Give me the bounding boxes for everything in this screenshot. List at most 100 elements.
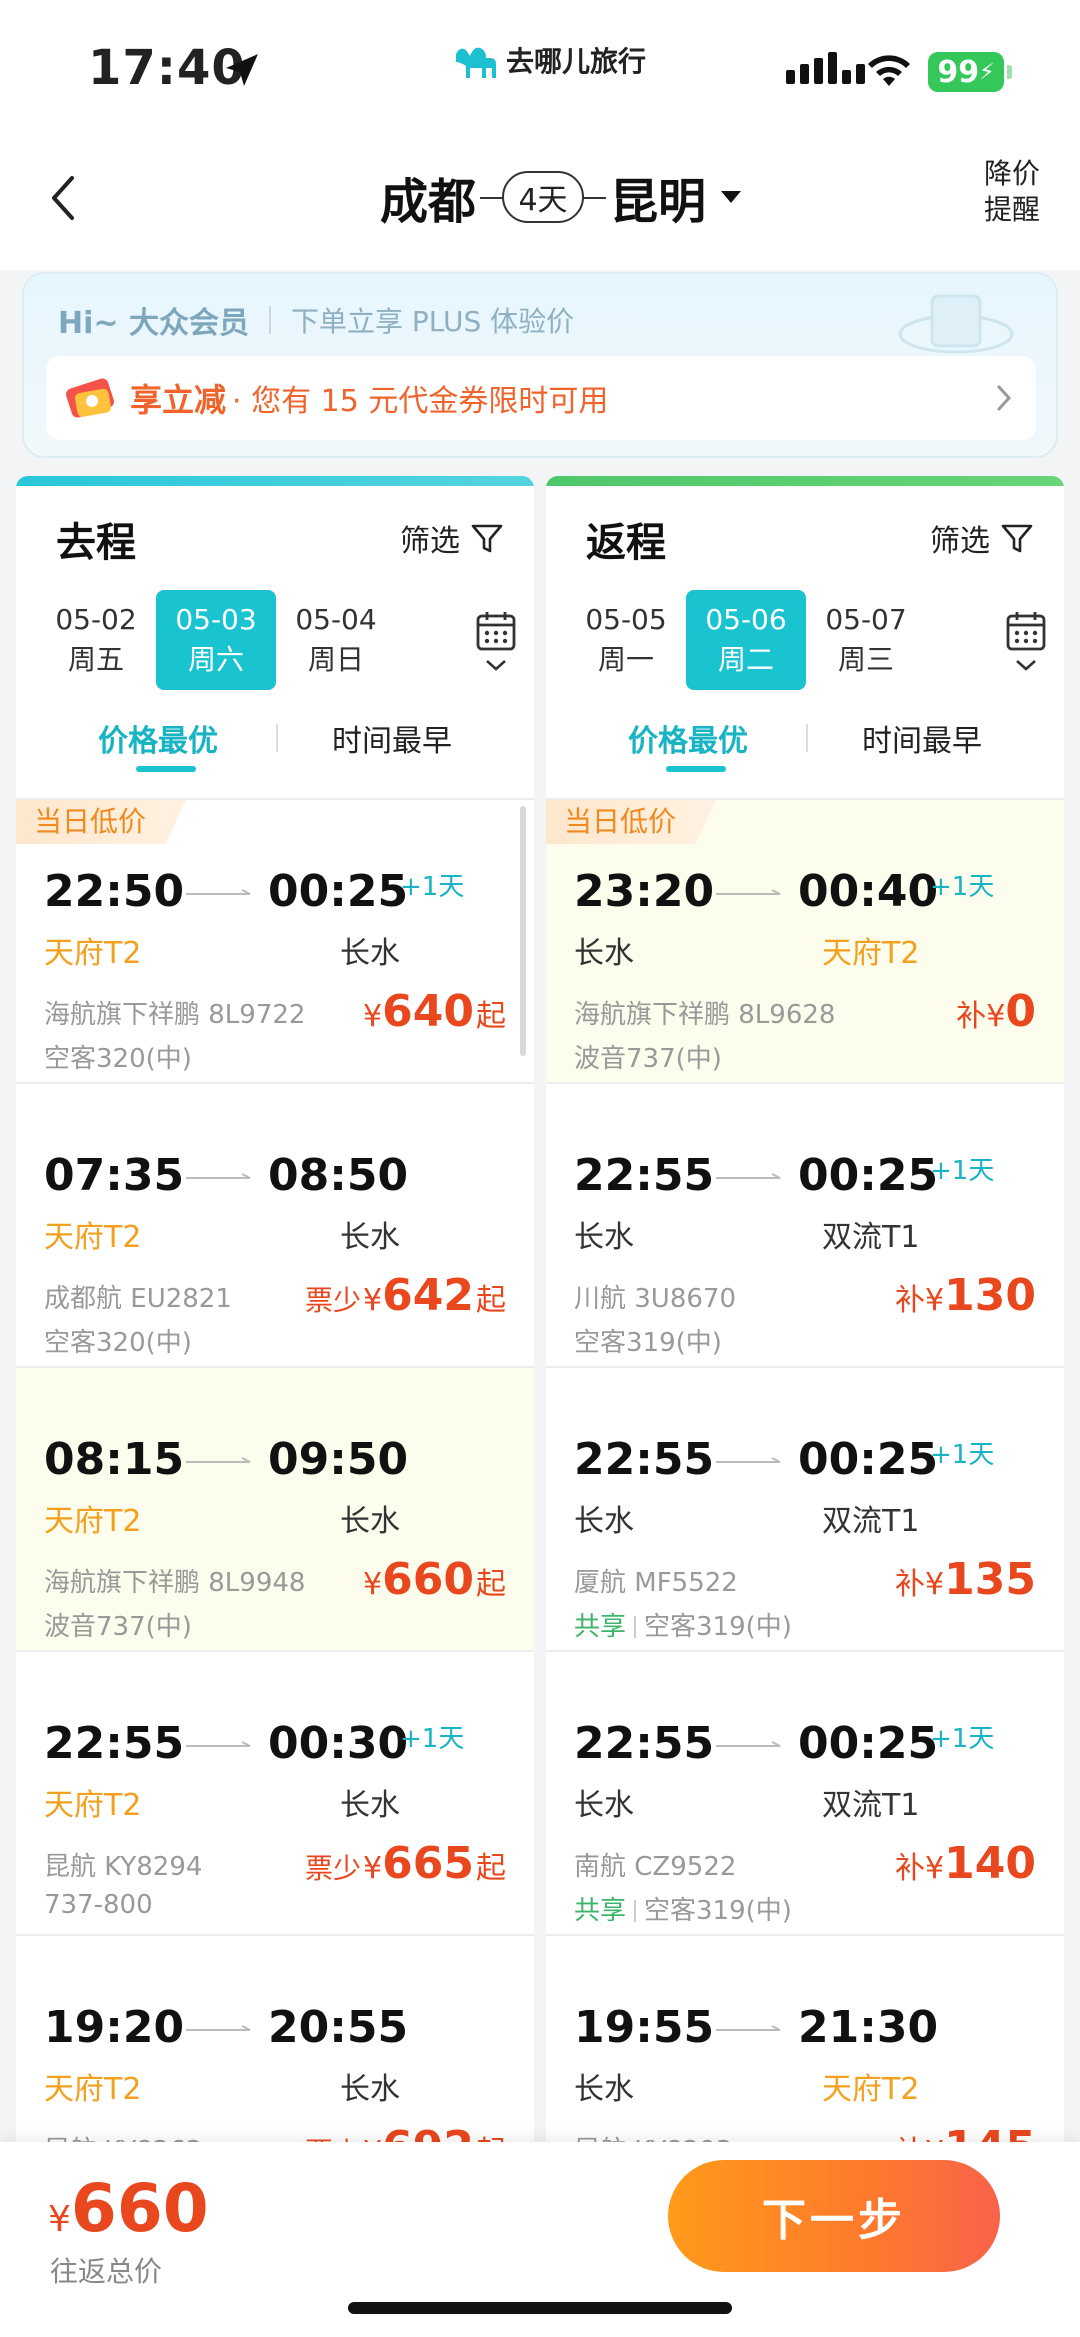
back-arrow-icon[interactable] (44, 170, 84, 226)
coupon-bar[interactable]: 享立减 · 您有 15 元代金券限时可用 (46, 356, 1036, 440)
date-value: 05-03 (175, 603, 257, 636)
date-item-selected[interactable]: 05-03 周六 (156, 590, 276, 690)
outbound-calendar-button[interactable] (458, 590, 534, 690)
date-value: 05-02 (55, 603, 137, 636)
divider (806, 724, 808, 752)
departure-time: 22:55 (574, 1434, 715, 1485)
member-tip: 下单立享 PLUS 体验价 (290, 305, 575, 338)
flight-arrow-icon (186, 1741, 251, 1747)
outbound-filter-button[interactable]: 筛选 (400, 516, 504, 560)
price-value: 665 (382, 1838, 474, 1889)
total-price-value: 660 (70, 2170, 209, 2247)
next-step-button[interactable]: 下一步 (668, 2160, 1000, 2272)
filter-funnel-icon (1001, 524, 1033, 553)
home-indicator[interactable] (348, 2302, 732, 2314)
battery-indicator: 99 ⚡ (928, 52, 1012, 92)
arrival-airport: 长水 (340, 936, 400, 971)
price-suffix: 起 (476, 1851, 506, 1886)
flight-number: 海航旗下祥鹏 8L9722 (44, 1000, 306, 1030)
price-difference-label: 补¥ (956, 999, 1006, 1034)
arrival-airport: 长水 (340, 1220, 400, 1255)
price-value: 660 (382, 1554, 474, 1605)
few-tickets-label: 票少 (305, 2131, 361, 2142)
flight-card[interactable]: 07:35 08:50 天府T2 长水 成都航 EU2821 空客320(中) … (16, 1084, 534, 1368)
arrival-time: 00:25 (798, 1718, 939, 1769)
codeshare-label: 共享 (574, 1896, 627, 1926)
return-date-strip: 05-05 周一 05-06 周二 05-07 周三 (566, 590, 926, 690)
flight-price: ¥660 起 (363, 1554, 506, 1605)
date-value: 05-06 (705, 603, 787, 636)
flight-price: 补¥145 (895, 2122, 1036, 2142)
flight-card-selected[interactable]: 08:15 09:50 天府T2 长水 海航旗下祥鹏 8L9948 波音737(… (16, 1368, 534, 1652)
price-suffix: 起 (476, 1283, 506, 1318)
departure-time: 22:55 (574, 1150, 715, 1201)
flight-card[interactable]: 22:55 00:25 +1天 长水 双流T1 厦航 MF5522 共享 空客31… (546, 1368, 1064, 1652)
sort-price-tab[interactable]: 价格最优 (98, 716, 218, 760)
outbound-title: 去程 (56, 520, 136, 566)
total-price: ¥ 660 (48, 2170, 209, 2247)
flight-card[interactable]: 当日低价 22:50 00:25 +1天 天府T2 长水 海航旗下祥鹏 8L97… (16, 800, 534, 1084)
aircraft-info: 共享 空客319(中) (574, 1890, 792, 1927)
few-tickets-label: 票少 (305, 1852, 362, 1885)
currency-symbol: ¥ (48, 2199, 71, 2240)
flight-price: 票少 ¥642 起 (305, 1270, 506, 1321)
price-value: 130 (944, 1270, 1036, 1321)
sort-active-indicator (136, 766, 196, 772)
aircraft-info: 共享 空客319(中) (574, 1606, 792, 1643)
date-item[interactable]: 05-07 周三 (806, 590, 926, 690)
aircraft-type: 波音737(中) (44, 1612, 192, 1642)
date-value: 05-07 (825, 603, 907, 636)
date-weekday: 周六 (187, 643, 244, 676)
outbound-sort-tabs: 价格最优 时间最早 (16, 716, 534, 776)
price-value: 640 (382, 986, 474, 1037)
flight-card-selected[interactable]: 当日低价 23:20 00:40 +1天 长水 天府T2 海航旗下祥鹏 8L96… (546, 800, 1064, 1084)
departure-city: 成都 (380, 174, 477, 230)
aircraft-type: 波音737(中) (574, 1044, 722, 1074)
flight-card[interactable]: 19:20 20:55 天府T2 长水 昆航 KY8262 票少¥692起 (16, 1936, 534, 2142)
return-calendar-button[interactable] (988, 590, 1064, 690)
price-difference-label: 补¥ (895, 2127, 944, 2142)
next-day-badge: +1天 (930, 1440, 995, 1470)
flight-number: 成都航 EU2821 (44, 1284, 232, 1314)
calendar-icon (1006, 612, 1046, 651)
chevron-right-icon (997, 385, 1012, 411)
sort-price-tab[interactable]: 价格最优 (628, 716, 748, 760)
date-item[interactable]: 05-04 周日 (276, 590, 396, 690)
divider (634, 1616, 637, 1638)
flight-card[interactable]: 22:55 00:25 +1天 长水 双流T1 南航 CZ9522 共享 空客31… (546, 1652, 1064, 1936)
departure-airport: 天府T2 (44, 936, 142, 971)
return-filter-button[interactable]: 筛选 (930, 516, 1034, 560)
flight-card[interactable]: 22:55 00:30 +1天 天府T2 长水 昆航 KY8294 737-80… (16, 1652, 534, 1936)
outbound-color-bar (16, 476, 534, 486)
arrival-city: 昆明 (610, 174, 707, 230)
filter-label: 筛选 (930, 524, 990, 559)
date-item-selected[interactable]: 05-06 周二 (686, 590, 806, 690)
few-tickets-label: 票少 (305, 1284, 362, 1317)
total-price-label: 往返总价 (50, 2255, 163, 2288)
route-selector[interactable]: 成都 4天 昆明 (380, 162, 742, 232)
departure-airport: 长水 (574, 1220, 634, 1255)
arrival-time: 00:25 (268, 866, 409, 917)
flight-card[interactable]: 19:55 21:30 长水 天府T2 昆航 KY8293 补¥145 (546, 1936, 1064, 2142)
departure-time: 22:55 (574, 1718, 715, 1769)
date-value: 05-05 (585, 603, 667, 636)
date-item[interactable]: 05-02 周五 (36, 590, 156, 690)
flight-arrow-icon (716, 1173, 781, 1179)
sort-time-tab[interactable]: 时间最早 (332, 716, 452, 760)
date-item[interactable]: 05-05 周一 (566, 590, 686, 690)
member-header: Hi~ 大众会员 下单立享 PLUS 体验价 (58, 298, 574, 342)
sort-time-tab[interactable]: 时间最早 (862, 716, 982, 760)
dropdown-triangle-icon[interactable] (720, 190, 742, 204)
flight-arrow-icon (186, 889, 251, 895)
nav-bar: 成都 4天 昆明 降价 提醒 (0, 130, 1080, 270)
scrollbar[interactable] (520, 806, 526, 1056)
chevron-down-icon (1016, 660, 1036, 671)
next-day-badge: +1天 (930, 1724, 995, 1754)
gift-box-decoration-icon (898, 294, 1014, 354)
flight-card[interactable]: 22:55 00:25 +1天 长水 双流T1 川航 3U8670 空客319(… (546, 1084, 1064, 1368)
arrival-time: 21:30 (798, 2002, 939, 2053)
flight-number: 昆航 KY8262 (44, 2130, 202, 2142)
arrival-time: 08:50 (268, 1150, 409, 1201)
price-alert-button[interactable]: 降价 提醒 (984, 156, 1040, 228)
outbound-column: 去程 筛选 05-02 周五 05-03 周六 05-04 周日 价格最优 时间最早 … (16, 476, 534, 2142)
